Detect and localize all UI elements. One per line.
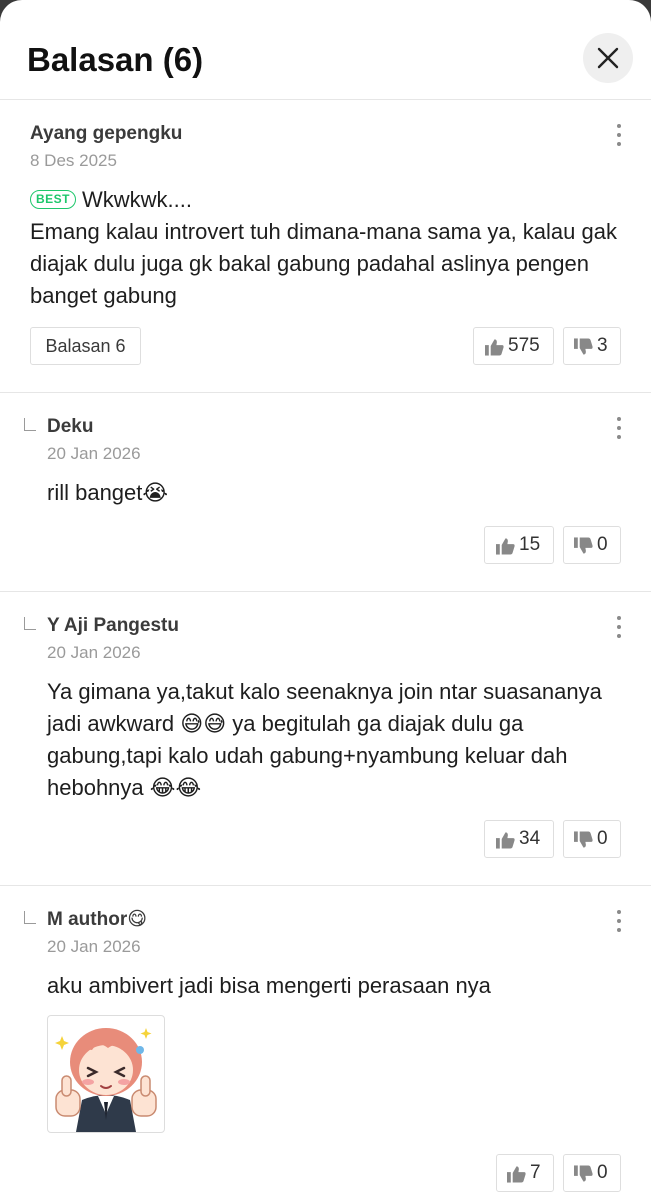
reply-item: Y Aji Pangestu 20 Jan 2026 Ya gimana ya,…	[0, 592, 651, 886]
reply-indent-icon	[24, 418, 36, 431]
thumbs-down-icon	[574, 338, 593, 355]
thumbs-up-icon	[485, 339, 504, 356]
dislike-count: 3	[597, 335, 608, 356]
comment-text: Wkwkwk.... Emang kalau introvert tuh dim…	[30, 187, 617, 308]
reply-item: M author😋 20 Jan 2026 aku ambivert jadi …	[0, 886, 651, 1200]
like-button[interactable]: 7	[496, 1154, 554, 1192]
dislike-count: 0	[597, 1162, 608, 1183]
comment-author[interactable]: Y Aji Pangestu	[47, 614, 179, 638]
dislike-count: 0	[597, 534, 608, 555]
like-button[interactable]: 575	[473, 327, 554, 365]
more-vertical-icon[interactable]	[608, 908, 630, 934]
comment-date: 20 Jan 2026	[47, 937, 141, 956]
thumbs-up-icon	[496, 832, 515, 849]
replies-button[interactable]: Balasan 6	[30, 327, 141, 365]
like-button[interactable]: 15	[484, 526, 554, 564]
comment-date: 20 Jan 2026	[47, 643, 141, 662]
thumbs-down-icon	[574, 537, 593, 554]
thumbs-down-icon	[574, 831, 593, 848]
dislike-button[interactable]: 0	[563, 820, 621, 858]
comment-item: Ayang gepengku 8 Des 2025 BEST Wkwkwk....…	[0, 100, 651, 393]
dislike-button[interactable]: 0	[563, 1154, 621, 1192]
page-title: Balasan (6)	[27, 41, 204, 78]
like-count: 15	[519, 534, 541, 555]
comment-author[interactable]: M author😋	[47, 908, 147, 932]
comment-text: aku ambivert jadi bisa mengerti perasaan…	[47, 973, 491, 998]
sticker-image	[55, 1028, 157, 1132]
comment-body: BEST Wkwkwk.... Emang kalau introvert tuh…	[30, 184, 630, 312]
comment-text: rill banget😭	[47, 480, 169, 505]
like-count: 34	[519, 828, 541, 849]
thumbs-up-icon	[507, 1166, 526, 1183]
dislike-button[interactable]: 0	[563, 526, 621, 564]
close-icon	[597, 47, 619, 69]
sheet-header: Balasan (6)	[0, 0, 651, 100]
comment-author[interactable]: Ayang gepengku	[30, 122, 182, 146]
anime-girl-thumbs-up-sticker[interactable]	[47, 1015, 165, 1133]
dislike-button[interactable]: 3	[563, 327, 621, 365]
thumbs-up-icon	[496, 538, 515, 555]
replies-sheet: Balasan (6) Ayang gepengku 8 Des 2025 BE…	[0, 0, 651, 1200]
dislike-count: 0	[597, 828, 608, 849]
best-badge: BEST	[30, 190, 77, 209]
like-button[interactable]: 34	[484, 820, 554, 858]
more-vertical-icon[interactable]	[608, 415, 630, 441]
comment-date: 8 Des 2025	[30, 151, 117, 170]
comment-date: 20 Jan 2026	[47, 444, 141, 463]
thumbs-down-icon	[574, 1165, 593, 1182]
reply-indent-icon	[24, 617, 36, 630]
reply-item: Deku 20 Jan 2026 rill banget😭 15 0	[0, 393, 651, 592]
comment-author[interactable]: Deku	[47, 415, 93, 439]
comment-text: Ya gimana ya,takut kalo seenaknya join n…	[47, 679, 602, 800]
like-count: 575	[508, 335, 540, 356]
close-button[interactable]	[583, 33, 633, 83]
like-count: 7	[530, 1162, 541, 1183]
reply-indent-icon	[24, 911, 36, 924]
more-vertical-icon[interactable]	[608, 614, 630, 640]
more-vertical-icon[interactable]	[608, 122, 630, 148]
